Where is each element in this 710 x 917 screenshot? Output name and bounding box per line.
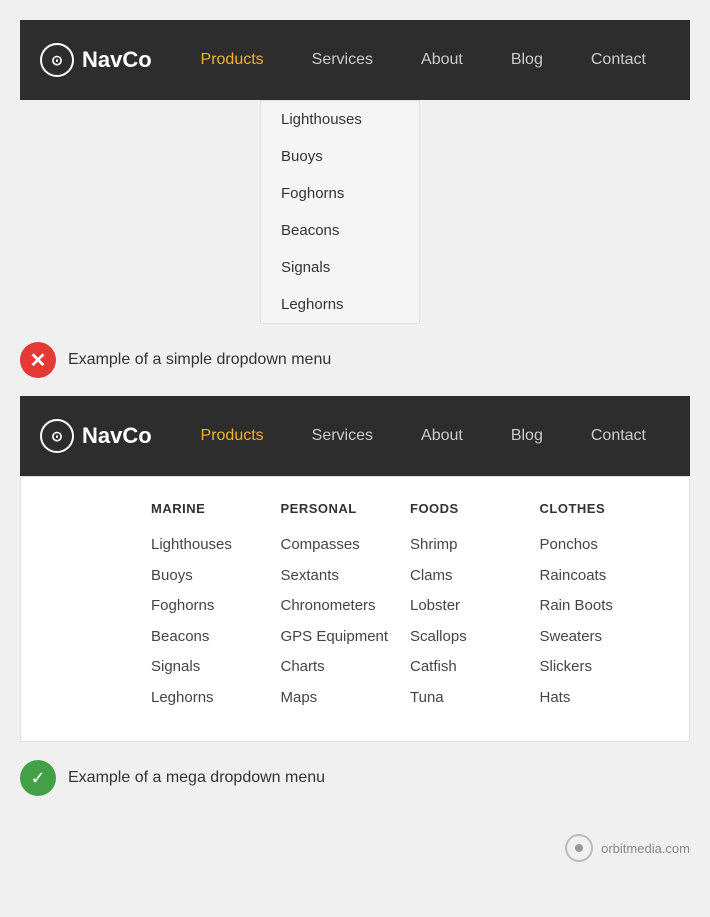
footer-url: orbitmedia.com [601, 841, 690, 856]
mega-item-ponchos[interactable]: Ponchos [540, 530, 660, 561]
annotation-simple-text: Example of a simple dropdown menu [68, 351, 331, 369]
footer: orbitmedia.com [0, 814, 710, 882]
mega-col-clothes: CLOTHES Ponchos Raincoats Rain Boots Swe… [540, 501, 670, 713]
annotation-mega-text: Example of a mega dropdown menu [68, 769, 325, 787]
brand-mega: ⊙ NavCo [40, 419, 152, 453]
nav-products-mega[interactable]: Products [177, 396, 288, 476]
mega-item-lobster[interactable]: Lobster [410, 591, 530, 622]
section-mega: ⊙ NavCo Products Services About Blog Con… [0, 396, 710, 742]
nav-links-simple: Products Services About Blog Contact [177, 20, 670, 100]
mega-col-personal: PERSONAL Compasses Sextants Chronometers… [281, 501, 411, 713]
brand-icon-mega: ⊙ [40, 419, 74, 453]
brand-icon-simple: ⊙ [40, 43, 74, 77]
mega-header-marine: MARINE [151, 501, 271, 516]
dropdown-item-leghorns[interactable]: Leghorns [261, 286, 419, 323]
nav-about-simple[interactable]: About [397, 20, 487, 100]
section-simple: ⊙ NavCo Products Services About Blog Con… [0, 0, 710, 324]
success-icon-symbol: ✓ [30, 768, 45, 789]
mega-col-marine: MARINE Lighthouses Buoys Foghorns Beacon… [151, 501, 281, 713]
nav-blog-mega[interactable]: Blog [487, 396, 567, 476]
brand-name-simple: NavCo [82, 47, 152, 73]
mega-item-sextants[interactable]: Sextants [281, 561, 401, 592]
navbar-simple: ⊙ NavCo Products Services About Blog Con… [20, 20, 690, 100]
mega-item-hats[interactable]: Hats [540, 683, 660, 714]
simple-dropdown-menu: Lighthouses Buoys Foghorns Beacons Signa… [260, 100, 420, 324]
nav-contact-simple[interactable]: Contact [567, 20, 670, 100]
dropdown-item-lighthouses[interactable]: Lighthouses [261, 101, 419, 138]
dropdown-item-signals[interactable]: Signals [261, 249, 419, 286]
mega-dropdown-grid: MARINE Lighthouses Buoys Foghorns Beacon… [21, 477, 689, 741]
mega-item-foghorns[interactable]: Foghorns [151, 591, 271, 622]
mega-item-maps[interactable]: Maps [281, 683, 401, 714]
mega-item-compasses[interactable]: Compasses [281, 530, 401, 561]
mega-item-leghorns[interactable]: Leghorns [151, 683, 271, 714]
dropdown-item-buoys[interactable]: Buoys [261, 138, 419, 175]
annotation-mega: ✓ Example of a mega dropdown menu [0, 742, 710, 814]
footer-logo-dot [575, 844, 583, 852]
nav-contact-mega[interactable]: Contact [567, 396, 670, 476]
nav-services-simple[interactable]: Services [288, 20, 397, 100]
mega-item-signals[interactable]: Signals [151, 652, 271, 683]
mega-item-chronometers[interactable]: Chronometers [281, 591, 401, 622]
dropdown-item-foghorns[interactable]: Foghorns [261, 175, 419, 212]
mega-item-beacons[interactable]: Beacons [151, 622, 271, 653]
brand-name-mega: NavCo [82, 423, 152, 449]
mega-item-raincoats[interactable]: Raincoats [540, 561, 660, 592]
nav-about-mega[interactable]: About [397, 396, 487, 476]
nav-blog-simple[interactable]: Blog [487, 20, 567, 100]
mega-item-catfish[interactable]: Catfish [410, 652, 530, 683]
nav-services-mega[interactable]: Services [288, 396, 397, 476]
mega-item-buoys[interactable]: Buoys [151, 561, 271, 592]
navbar-mega: ⊙ NavCo Products Services About Blog Con… [20, 396, 690, 476]
nav-links-mega: Products Services About Blog Contact [177, 396, 670, 476]
mega-col-foods: FOODS Shrimp Clams Lobster Scallops Catf… [410, 501, 540, 713]
mega-item-slickers[interactable]: Slickers [540, 652, 660, 683]
mega-item-shrimp[interactable]: Shrimp [410, 530, 530, 561]
annotation-simple: ✕ Example of a simple dropdown menu [0, 324, 710, 396]
brand-simple: ⊙ NavCo [40, 43, 152, 77]
mega-dropdown-menu: MARINE Lighthouses Buoys Foghorns Beacon… [20, 476, 690, 742]
mega-item-lighthouses[interactable]: Lighthouses [151, 530, 271, 561]
mega-item-tuna[interactable]: Tuna [410, 683, 530, 714]
nav-products-simple[interactable]: Products [177, 20, 288, 100]
mega-item-gps[interactable]: GPS Equipment [281, 622, 401, 653]
mega-item-rain-boots[interactable]: Rain Boots [540, 591, 660, 622]
footer-logo-circle [565, 834, 593, 862]
mega-item-scallops[interactable]: Scallops [410, 622, 530, 653]
error-icon: ✕ [20, 342, 56, 378]
error-icon-symbol: ✕ [30, 348, 47, 373]
dropdown-item-beacons[interactable]: Beacons [261, 212, 419, 249]
mega-header-foods: FOODS [410, 501, 530, 516]
mega-item-sweaters[interactable]: Sweaters [540, 622, 660, 653]
mega-item-clams[interactable]: Clams [410, 561, 530, 592]
mega-header-personal: PERSONAL [281, 501, 401, 516]
mega-item-charts[interactable]: Charts [281, 652, 401, 683]
success-icon: ✓ [20, 760, 56, 796]
mega-header-clothes: CLOTHES [540, 501, 660, 516]
